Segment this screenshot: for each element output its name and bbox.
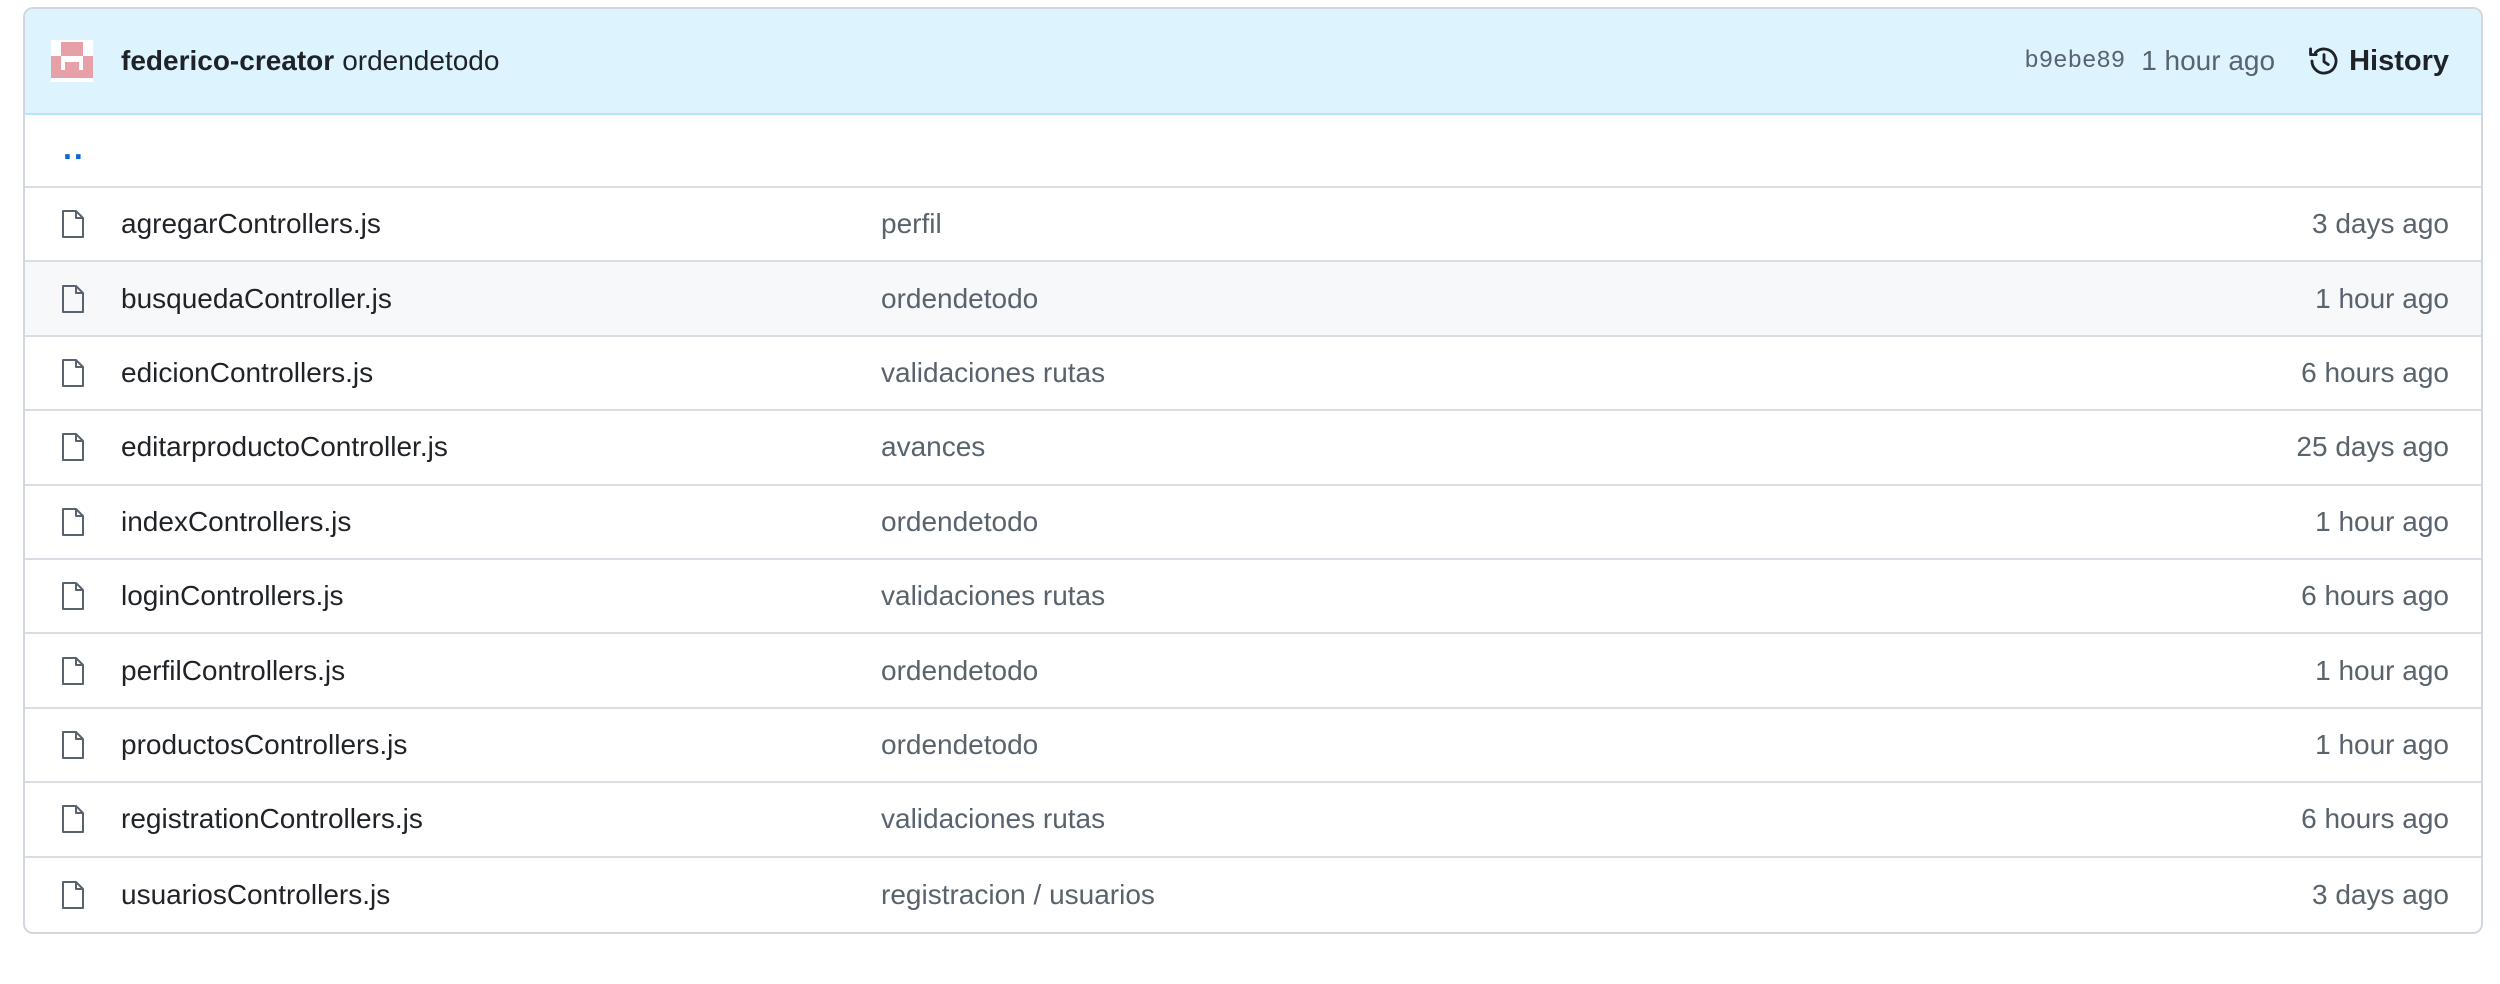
file-name-link[interactable]: agregarControllers.js (121, 208, 881, 240)
file-row[interactable]: perfilControllers.js ordendetodo 1 hour … (25, 634, 2481, 709)
file-icon (62, 284, 84, 313)
file-row[interactable]: busquedaController.js ordendetodo 1 hour… (25, 262, 2481, 337)
file-commit-message[interactable]: registracion / usuarios (881, 879, 2312, 911)
file-name-link[interactable]: loginControllers.js (121, 580, 881, 612)
file-name-link[interactable]: registrationControllers.js (121, 803, 881, 835)
file-name-link[interactable]: productosControllers.js (121, 729, 881, 761)
file-row[interactable]: registrationControllers.js validaciones … (25, 783, 2481, 858)
commit-time: 1 hour ago (2141, 45, 2276, 76)
file-commit-age: 3 days ago (2312, 208, 2449, 240)
file-row[interactable]: editarproductoController.js avances 25 d… (25, 411, 2481, 486)
file-commit-message[interactable]: ordendetodo (881, 283, 2315, 315)
file-icon (62, 730, 84, 759)
file-name-link[interactable]: busquedaController.js (121, 283, 881, 315)
file-icon (62, 880, 84, 909)
file-browser: federico-creator ordendetodo b9ebe89 1 h… (23, 7, 2483, 934)
parent-directory-link[interactable]: .. (63, 132, 85, 164)
file-name-link[interactable]: indexControllers.js (121, 506, 881, 538)
file-commit-age: 6 hours ago (2301, 803, 2449, 835)
file-row[interactable]: edicionControllers.js validaciones rutas… (25, 337, 2481, 412)
file-commit-message[interactable]: validaciones rutas (881, 580, 2301, 612)
file-commit-age: 25 days ago (2296, 431, 2449, 463)
history-clock-icon (2309, 47, 2338, 75)
file-commit-age: 3 days ago (2312, 878, 2449, 910)
file-row[interactable]: agregarControllers.js perfil 3 days ago (25, 188, 2481, 263)
file-row[interactable]: loginControllers.js validaciones rutas 6… (25, 560, 2481, 635)
file-commit-message[interactable]: validaciones rutas (881, 803, 2301, 835)
file-commit-age: 1 hour ago (2315, 728, 2449, 760)
file-icon (62, 358, 84, 387)
file-commit-age: 1 hour ago (2315, 282, 2449, 314)
file-commit-age: 1 hour ago (2315, 654, 2449, 686)
avatar[interactable] (51, 40, 93, 82)
file-commit-age: 6 hours ago (2301, 356, 2449, 388)
file-commit-age: 1 hour ago (2315, 505, 2449, 537)
file-commit-message[interactable]: ordendetodo (881, 729, 2315, 761)
parent-directory-row[interactable]: .. (25, 115, 2481, 188)
file-icon (62, 433, 84, 462)
file-row[interactable]: usuariosControllers.js registracion / us… (25, 858, 2481, 932)
commit-message[interactable]: ordendetodo (342, 45, 2024, 77)
commit-author[interactable]: federico-creator (121, 45, 334, 77)
file-icon (62, 210, 84, 239)
history-button[interactable]: History (2307, 44, 2449, 78)
history-label: History (2349, 44, 2449, 77)
file-commit-message[interactable]: avances (881, 431, 2296, 463)
file-commit-message[interactable]: perfil (881, 208, 2312, 240)
file-icon (62, 656, 84, 685)
file-name-link[interactable]: edicionControllers.js (121, 357, 881, 389)
file-commit-age: 6 hours ago (2301, 580, 2449, 612)
file-name-link[interactable]: editarproductoController.js (121, 431, 881, 463)
file-icon (62, 582, 84, 611)
latest-commit-bar: federico-creator ordendetodo b9ebe89 1 h… (25, 9, 2481, 115)
file-icon (62, 507, 84, 536)
file-name-link[interactable]: perfilControllers.js (121, 655, 881, 687)
file-row[interactable]: productosControllers.js ordendetodo 1 ho… (25, 709, 2481, 784)
file-list: agregarControllers.js perfil 3 days ago … (25, 188, 2481, 932)
file-commit-message[interactable]: ordendetodo (881, 655, 2315, 687)
file-commit-message[interactable]: ordendetodo (881, 506, 2315, 538)
file-icon (62, 805, 84, 834)
file-row[interactable]: indexControllers.js ordendetodo 1 hour a… (25, 486, 2481, 560)
commit-sha[interactable]: b9ebe89 (2024, 48, 2125, 75)
file-name-link[interactable]: usuariosControllers.js (121, 879, 881, 911)
file-commit-message[interactable]: validaciones rutas (881, 357, 2301, 389)
